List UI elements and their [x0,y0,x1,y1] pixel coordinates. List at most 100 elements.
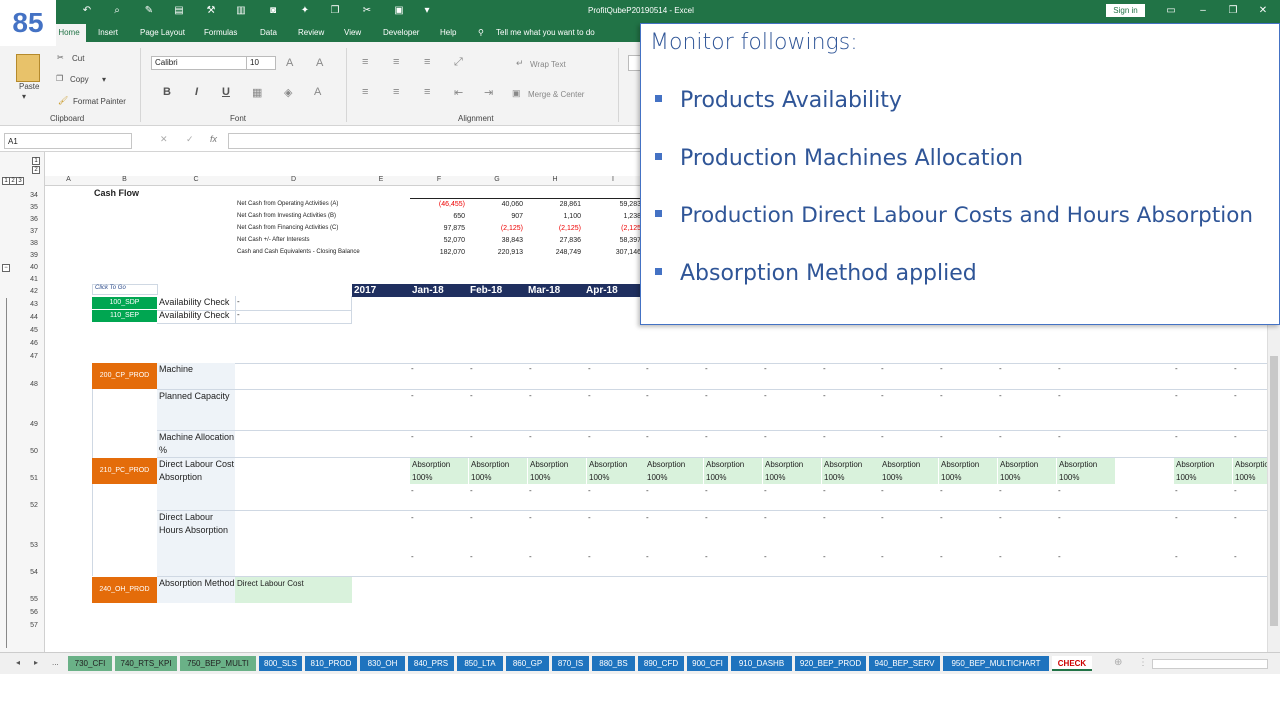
enter-icon[interactable]: ✓ [186,134,194,145]
italic-icon[interactable]: I [195,86,198,98]
sheet-tab[interactable]: 800_SLS [259,656,302,671]
sheet-tab[interactable]: 920_BEP_PROD [795,656,866,671]
tab-page-layout[interactable]: Page Layout [140,28,185,37]
print-preview-icon[interactable]: ⌕ [110,4,124,18]
paste-button[interactable]: Paste [19,82,39,91]
more-sheets[interactable]: ... [52,658,59,667]
align-bottom-icon[interactable]: ≡ [424,56,430,68]
shapes-icon[interactable]: ✦ [298,4,312,18]
customize-icon[interactable]: ▾ [420,4,434,18]
sheet-tab[interactable]: 750_BEP_MULTI [180,656,256,671]
cancel-icon[interactable]: ✕ [160,134,168,145]
tab-review[interactable]: Review [298,28,324,37]
tab-home[interactable]: Home [52,24,86,42]
tab-developer[interactable]: Developer [383,28,419,37]
outline-level-2[interactable]: 2 [32,166,40,174]
sheet-tab[interactable]: 950_BEP_MULTICHART [943,656,1049,671]
absorption-cell[interactable]: Absorption100% [645,458,703,484]
fill-color-icon[interactable]: ◈ [284,86,292,99]
align-right-icon[interactable]: ≡ [424,86,430,98]
name-box[interactable]: A1 [4,133,132,149]
wrap-text-button[interactable]: Wrap Text [530,60,566,69]
align-left-icon[interactable]: ≡ [362,86,368,98]
absorption-cell[interactable]: Absorption100% [880,458,938,484]
absorption-cell[interactable]: Absorption100% [410,458,468,484]
sheet-tab[interactable]: 870_IS [552,656,589,671]
sheet-tab[interactable]: 830_OH [360,656,405,671]
outline-level-3b[interactable]: 3 [16,177,24,185]
ribbon-display-icon[interactable]: ▭ [1164,4,1178,18]
sep-nav-button[interactable]: 110_SEP [92,310,157,322]
paste-icon[interactable]: ▣ [392,4,406,18]
absorption-cell[interactable]: Absorption100% [528,458,586,484]
absorption-cell[interactable]: Absorption100% [1233,458,1267,484]
absorption-cell[interactable]: Absorption100% [763,458,821,484]
absorption-cell[interactable]: Absorption100% [939,458,997,484]
outline-level-1[interactable]: 1 [32,157,40,165]
sheet-tab[interactable]: 810_PROD [305,656,357,671]
tools-icon[interactable]: ⚒ [204,4,218,18]
font-name-select[interactable]: Calibri [151,56,247,70]
sheet-tab[interactable]: 850_LTA [457,656,503,671]
sheet-tab[interactable]: 940_BEP_SERV [869,656,940,671]
sheet-tab-active[interactable]: CHECK [1052,656,1092,671]
tab-insert[interactable]: Insert [98,28,118,37]
sheet-tab[interactable]: 910_DASHB [731,656,792,671]
increase-indent-icon[interactable]: ⇥ [484,86,493,99]
prev-sheet-icon[interactable]: ◂ [16,658,20,667]
sheet-tab[interactable]: 900_CFI [687,656,728,671]
absorption-cell[interactable]: Absorption100% [1174,458,1232,484]
add-sheet-icon[interactable]: ⊕ [1114,657,1122,668]
align-center-icon[interactable]: ≡ [393,86,399,98]
underline-icon[interactable]: U [222,86,230,98]
copy-icon[interactable]: ❐ [328,4,342,18]
align-middle-icon[interactable]: ≡ [393,56,399,68]
undo-icon[interactable]: ↶ [80,4,94,18]
merge-center-button[interactable]: Merge & Center [528,90,584,99]
horizontal-scrollbar[interactable] [1152,659,1268,669]
orientation-icon[interactable]: ⤢ [454,56,463,69]
sheet-tab[interactable]: 730_CFI [68,656,112,671]
oh-prod-nav-button[interactable]: 240_OH_PROD [92,577,157,603]
sheet-tab[interactable]: 740_RTS_KPI [115,656,177,671]
absorption-cell[interactable]: Absorption100% [587,458,645,484]
decrease-font-icon[interactable]: A [316,57,323,69]
tab-view[interactable]: View [344,28,361,37]
align-top-icon[interactable]: ≡ [362,56,368,68]
format-painter-button[interactable]: Format Painter [73,97,126,106]
sheet-tab[interactable]: 860_GP [506,656,549,671]
wrap-text-icon[interactable]: ↵ [516,58,524,69]
sign-in-button[interactable]: Sign in [1106,4,1145,17]
sdp-nav-button[interactable]: 100_SDP [92,297,157,309]
font-color-icon[interactable]: A [314,86,321,98]
absorption-cell[interactable]: Absorption100% [822,458,880,484]
sheet-options-icon[interactable]: ⋮ [1138,657,1148,668]
cp-prod-nav-button[interactable]: 200_CP_PROD [92,363,157,389]
close-icon[interactable]: ✕ [1256,4,1270,18]
absorption-cell[interactable]: Absorption100% [1057,458,1115,484]
copy-button[interactable]: Copy [70,75,89,84]
pc-prod-nav-button[interactable]: 210_PC_PROD [92,458,157,484]
form-icon[interactable]: ▤ [172,4,186,18]
restore-icon[interactable]: ❐ [1226,4,1240,18]
minimize-icon[interactable]: – [1196,4,1210,18]
function-icon[interactable]: fx [210,134,217,144]
next-sheet-icon[interactable]: ▸ [34,658,38,667]
font-size-select[interactable]: 10 [246,56,276,70]
collapse-group-icon[interactable]: − [2,264,10,272]
absorption-cell[interactable]: Absorption100% [469,458,527,484]
sheet-tab[interactable]: 880_BS [592,656,635,671]
paste-icon[interactable] [16,54,40,82]
merge-center-icon[interactable]: ▣ [512,88,521,99]
tell-me-search[interactable]: Tell me what you want to do [496,28,595,37]
tab-data[interactable]: Data [260,28,277,37]
tab-help[interactable]: Help [440,28,456,37]
cut-button[interactable]: Cut [72,54,84,63]
tab-formulas[interactable]: Formulas [204,28,237,37]
absorption-method-value[interactable]: Direct Labour Cost [235,577,352,603]
increase-font-icon[interactable]: A [286,57,293,69]
absorption-cell[interactable]: Absorption100% [998,458,1056,484]
cut-icon[interactable]: ✂ [360,4,374,18]
decrease-indent-icon[interactable]: ⇤ [454,86,463,99]
sheet-tab[interactable]: 890_CFD [638,656,684,671]
